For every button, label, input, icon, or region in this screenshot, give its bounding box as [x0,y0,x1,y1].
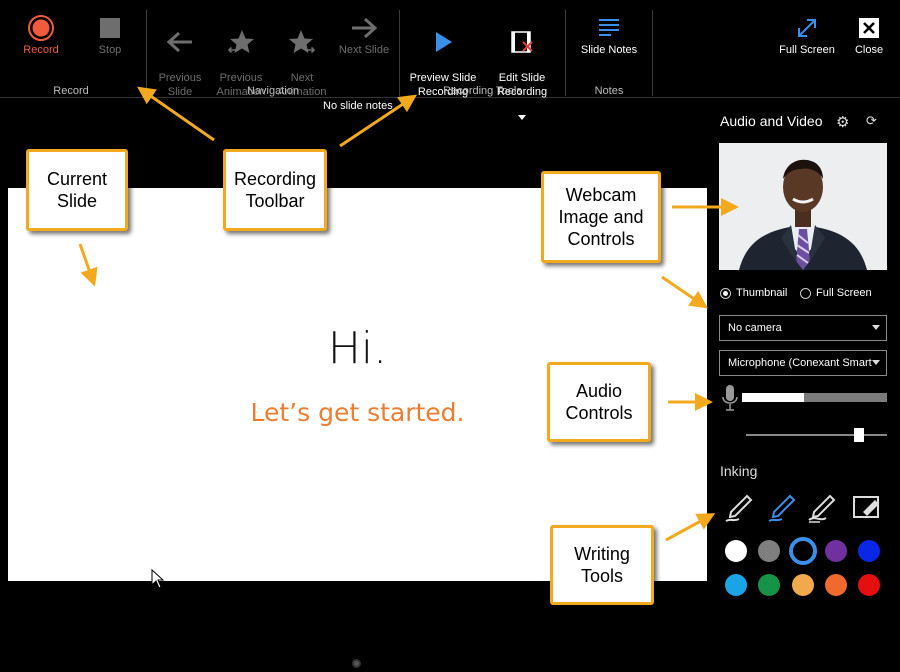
previous-slide-button[interactable]: Previous Slide [147,14,213,113]
status-indicator [352,659,361,668]
edit-slide-recording-button[interactable]: Edit Slide Recording [489,14,555,135]
group-label-recording-tools: Recording Tools [443,85,522,97]
color-swatch[interactable] [792,574,814,596]
thumbnail-radio[interactable]: Thumbnail [720,287,787,299]
chevron-down-icon [872,360,880,365]
full-screen-radio[interactable]: Full Screen [800,287,872,299]
dropdown-caret-icon [518,115,526,120]
microphone-level-fill [742,393,805,402]
callout-writing-tools: Writing Tools [550,525,654,605]
arrow-right-icon [331,14,397,42]
color-swatch[interactable] [825,540,847,562]
record-icon [8,14,74,42]
preview-slide-recording-button[interactable]: Preview Slide Recording [405,14,481,113]
notes-icon [574,14,644,42]
inking-title: Inking [720,463,758,479]
radio-unselected-icon [800,287,811,299]
webcam-preview [719,143,887,270]
audio-video-title: Audio and Video [720,113,823,129]
callout-webcam: Webcam Image and Controls [541,171,661,263]
callout-current-slide: Current Slide [26,149,128,231]
presenter-image [719,143,887,270]
stop-icon [77,14,143,42]
close-button[interactable]: Close [836,14,900,57]
separator [565,10,566,96]
next-slide-button[interactable]: Next Slide [331,14,397,57]
pen-icon[interactable] [723,492,755,524]
color-swatch[interactable] [858,574,880,596]
group-label-navigation: Navigation [247,85,299,97]
group-label-record: Record [53,85,89,97]
slide-notes-text: No slide notes [323,100,393,112]
group-label-notes: Notes [594,85,624,97]
recording-ribbon: Record Stop Previous Slide Previous Anim… [0,0,900,120]
microphone-select[interactable]: Microphone (Conexant Smart [719,350,887,376]
color-swatch[interactable] [858,540,880,562]
chevron-down-icon [872,325,880,330]
star-right-icon [269,28,335,56]
camera-select[interactable]: No camera [719,315,887,341]
separator [652,10,653,96]
play-icon [405,28,481,56]
arrow-left-icon [147,28,213,56]
refresh-icon[interactable]: ⟳ [866,113,877,129]
close-icon [836,14,900,42]
separator [399,10,400,96]
film-edit-icon [489,28,555,56]
microphone-icon[interactable] [722,384,738,417]
color-swatch[interactable] [825,574,847,596]
radio-selected-icon [720,287,731,299]
stop-button[interactable]: Stop [77,14,143,57]
slide-notes-button[interactable]: Slide Notes [574,14,644,57]
callout-recording-toolbar: Recording Toolbar [223,149,327,231]
color-swatch[interactable] [758,540,780,562]
color-swatch[interactable] [725,540,747,562]
gear-icon[interactable]: ⚙ [836,113,849,131]
record-button[interactable]: Record [8,14,74,57]
color-swatch[interactable] [758,574,780,596]
volume-slider-thumb[interactable] [853,428,864,442]
full-screen-button[interactable]: Full Screen [774,14,840,57]
color-swatch[interactable] [789,537,817,565]
microphone-level-meter [742,393,887,402]
eraser-pen-icon[interactable] [806,492,838,524]
mouse-cursor-icon [151,568,165,594]
highlighter-icon[interactable] [766,492,798,524]
clear-ink-icon[interactable] [851,492,883,524]
color-swatch[interactable] [725,574,747,596]
callout-audio-controls: Audio Controls [547,362,651,442]
volume-slider-track[interactable] [746,434,887,436]
next-animation-button[interactable]: Next Animation [269,14,335,113]
previous-animation-button[interactable]: Previous Animation [208,14,274,113]
expand-icon [774,14,840,42]
star-left-icon [208,28,274,56]
